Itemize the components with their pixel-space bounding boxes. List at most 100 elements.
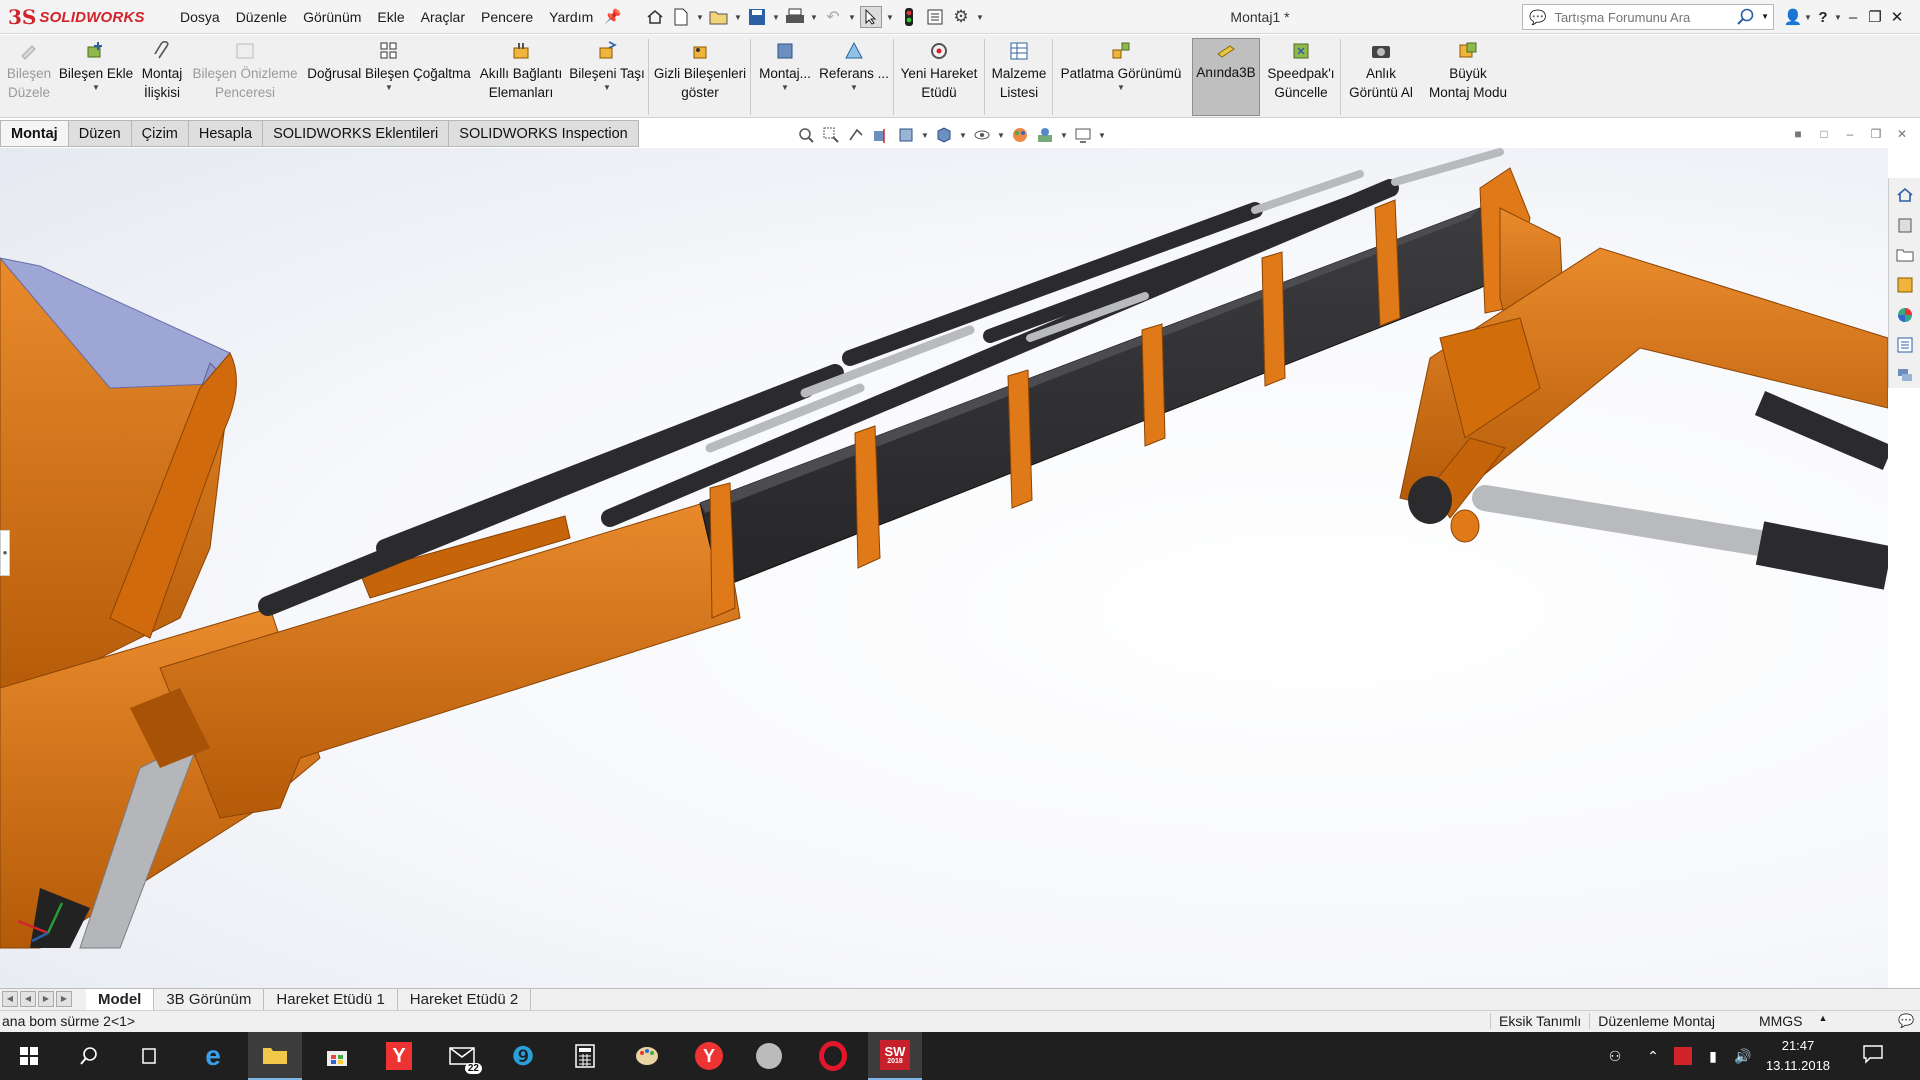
help-dropdown-icon[interactable]: ▼ bbox=[1834, 13, 1842, 22]
hide-show-items-icon[interactable] bbox=[972, 125, 992, 145]
close-icon[interactable]: ✕ bbox=[1886, 8, 1908, 26]
select-cursor-icon[interactable] bbox=[860, 6, 882, 28]
minimize-icon[interactable]: – bbox=[1842, 9, 1864, 26]
edit-component-button[interactable]: Bileşen Düzele bbox=[4, 40, 54, 116]
undo-icon[interactable]: ↶ bbox=[822, 6, 844, 28]
file-properties-icon[interactable] bbox=[924, 6, 946, 28]
first-tab-arrow-icon[interactable]: ◀ bbox=[2, 991, 18, 1007]
paint-icon[interactable] bbox=[620, 1032, 674, 1080]
media-app-icon[interactable] bbox=[742, 1032, 796, 1080]
solidworks-resources-home-icon[interactable] bbox=[1892, 182, 1918, 208]
move-component-button[interactable]: Bileşeni Taşı ▼ bbox=[568, 40, 646, 116]
user-dropdown-icon[interactable]: ▼ bbox=[1804, 13, 1812, 22]
opera-browser-icon[interactable] bbox=[806, 1032, 860, 1080]
solidworks-taskbar-icon[interactable]: SW 2018 bbox=[868, 1032, 922, 1080]
assembly-model[interactable] bbox=[0, 148, 1888, 988]
task-view-icon[interactable] bbox=[122, 1032, 176, 1080]
people-icon[interactable]: ⚇ bbox=[1600, 1032, 1630, 1080]
menu-tools[interactable]: Araçlar bbox=[413, 0, 473, 34]
action-center-icon[interactable] bbox=[1862, 1044, 1888, 1068]
linear-pattern-button[interactable]: Doğrusal Bileşen Çoğaltma ▼ bbox=[304, 40, 474, 116]
print-dropdown-icon[interactable]: ▼ bbox=[810, 13, 818, 22]
undo-dropdown-icon[interactable]: ▼ bbox=[848, 13, 856, 22]
viewport-expand-icon[interactable]: □ bbox=[1814, 124, 1834, 144]
viewport-restore-icon[interactable]: ❐ bbox=[1866, 124, 1886, 144]
home-icon[interactable] bbox=[644, 6, 666, 28]
tab-3d-view[interactable]: 3B Görünüm bbox=[154, 989, 265, 1011]
scene-dropdown-icon[interactable]: ▼ bbox=[1060, 131, 1068, 140]
bill-of-materials-button[interactable]: Malzeme Listesi bbox=[988, 40, 1050, 116]
section-view-icon[interactable] bbox=[871, 125, 891, 145]
save-icon[interactable] bbox=[746, 6, 768, 28]
assembly-features-button[interactable]: Montaj... ▼ bbox=[754, 40, 816, 116]
mate-button[interactable]: Montaj İlişkisi bbox=[138, 40, 186, 116]
next-tab-arrow-icon[interactable]: ▶ bbox=[38, 991, 54, 1007]
large-assembly-mode-button[interactable]: Büyük Montaj Modu bbox=[1422, 40, 1514, 116]
graphics-area[interactable] bbox=[0, 148, 1888, 988]
tab-model[interactable]: Model bbox=[86, 989, 155, 1011]
tab-sketch[interactable]: Çizim bbox=[131, 120, 189, 147]
viewport-minimize-icon[interactable]: – bbox=[1840, 124, 1860, 144]
yandex-app-icon[interactable]: Y bbox=[372, 1032, 426, 1080]
tray-overflow-chevron-icon[interactable]: ⌃ bbox=[1638, 1032, 1668, 1080]
battery-icon[interactable]: ▮ bbox=[1698, 1032, 1728, 1080]
custom-properties-icon[interactable] bbox=[1892, 332, 1918, 358]
tab-motion-study-2[interactable]: Hareket Etüdü 2 bbox=[398, 989, 532, 1011]
edge-browser-icon[interactable]: e bbox=[186, 1032, 240, 1080]
speedpak-update-button[interactable]: Speedpak'ı Güncelle bbox=[1264, 40, 1338, 116]
last-tab-arrow-icon[interactable]: ▶ bbox=[56, 991, 72, 1007]
units-selector[interactable]: MMGS bbox=[1751, 1013, 1811, 1029]
zoom-to-fit-icon[interactable] bbox=[796, 125, 816, 145]
mail-icon[interactable]: 22 bbox=[436, 1032, 490, 1080]
insert-component-button[interactable]: Bileşen Ekle ▼ bbox=[58, 40, 134, 116]
view-settings-dropdown-icon[interactable]: ▼ bbox=[1098, 131, 1106, 140]
appearances-scenes-icon[interactable] bbox=[1892, 302, 1918, 328]
smart-fasteners-button[interactable]: Akıllı Bağlantı Elemanları bbox=[478, 40, 564, 116]
menu-view[interactable]: Görünüm bbox=[295, 0, 369, 34]
help-icon[interactable]: ? bbox=[1812, 9, 1834, 26]
tab-layout[interactable]: Düzen bbox=[68, 120, 132, 147]
display-style-dropdown-icon[interactable]: ▼ bbox=[959, 131, 967, 140]
search-dropdown-icon[interactable]: ▼ bbox=[1761, 12, 1769, 21]
status-chat-icon[interactable]: 💬 bbox=[1898, 1013, 1914, 1029]
dev-tool-icon[interactable]: ❾ bbox=[496, 1032, 550, 1080]
viewport-close-icon[interactable]: ✕ bbox=[1892, 124, 1912, 144]
new-dropdown-icon[interactable]: ▼ bbox=[696, 13, 704, 22]
tab-evaluate[interactable]: Hesapla bbox=[188, 120, 264, 147]
instant3d-button[interactable]: Anında3B bbox=[1192, 38, 1260, 116]
start-windows-icon[interactable] bbox=[2, 1032, 56, 1080]
upper-rods[interactable] bbox=[258, 148, 1504, 616]
assembly-features-dropdown-icon[interactable]: ▼ bbox=[781, 83, 789, 93]
previous-view-icon[interactable] bbox=[846, 125, 866, 145]
options-gear-icon[interactable]: ⚙ bbox=[950, 6, 972, 28]
menu-insert[interactable]: Ekle bbox=[369, 0, 412, 34]
save-dropdown-icon[interactable]: ▼ bbox=[772, 13, 780, 22]
tab-motion-study-1[interactable]: Hareket Etüdü 1 bbox=[264, 989, 398, 1011]
move-component-dropdown-icon[interactable]: ▼ bbox=[603, 83, 611, 93]
zoom-area-icon[interactable] bbox=[821, 125, 841, 145]
tab-inspection[interactable]: SOLIDWORKS Inspection bbox=[449, 120, 639, 147]
units-dropdown-icon[interactable]: ▲ bbox=[1811, 1013, 1836, 1029]
volume-icon[interactable]: 🔊 bbox=[1728, 1032, 1758, 1080]
prev-tab-arrow-icon[interactable]: ◀ bbox=[20, 991, 36, 1007]
display-style-icon[interactable] bbox=[934, 125, 954, 145]
options-dropdown-icon[interactable]: ▼ bbox=[976, 13, 984, 22]
pin-icon[interactable]: 📌 bbox=[604, 8, 621, 25]
exploded-view-button[interactable]: Patlatma Görünümü ▼ bbox=[1056, 40, 1186, 116]
reference-geometry-button[interactable]: Referans ... ▼ bbox=[818, 40, 890, 116]
reference-geometry-dropdown-icon[interactable]: ▼ bbox=[850, 83, 858, 93]
yandex-browser-icon[interactable]: Y bbox=[682, 1032, 736, 1080]
view-settings-icon[interactable] bbox=[1073, 125, 1093, 145]
user-icon[interactable]: 👤 bbox=[1782, 8, 1804, 26]
tab-assembly[interactable]: Montaj bbox=[0, 120, 69, 147]
restore-icon[interactable]: ❐ bbox=[1864, 8, 1886, 26]
antivirus-tray-icon[interactable] bbox=[1668, 1032, 1698, 1080]
file-explorer-icon[interactable] bbox=[1892, 242, 1918, 268]
linear-pattern-dropdown-icon[interactable]: ▼ bbox=[385, 83, 393, 93]
calculator-icon[interactable] bbox=[558, 1032, 612, 1080]
tab-addins[interactable]: SOLIDWORKS Eklentileri bbox=[263, 120, 450, 147]
new-motion-study-button[interactable]: Yeni Hareket Etüdü bbox=[896, 40, 982, 116]
rebuild-icon[interactable] bbox=[898, 6, 920, 28]
feature-tree-expand-handle[interactable]: ● bbox=[0, 530, 10, 576]
taskbar-search-icon[interactable] bbox=[62, 1032, 116, 1080]
